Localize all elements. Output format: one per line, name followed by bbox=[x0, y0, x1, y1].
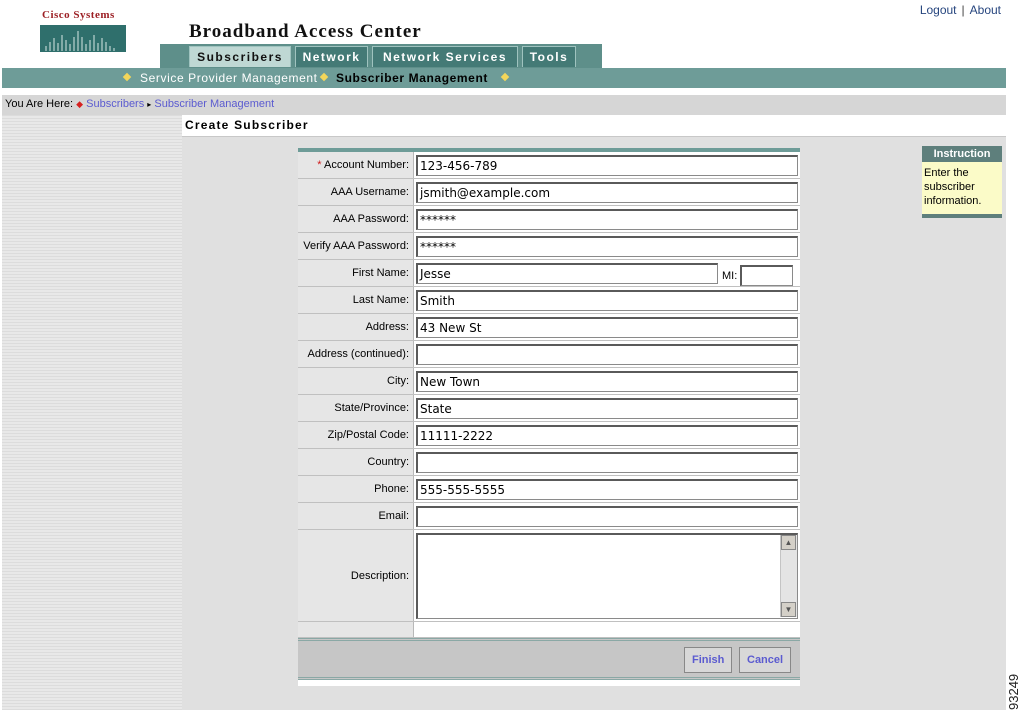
tab-network-services[interactable]: Network Services bbox=[372, 46, 518, 67]
phone-field[interactable]: 555-555-5555 bbox=[416, 479, 798, 500]
breadcrumb-arrow-icon: ▸ bbox=[147, 100, 152, 109]
logout-link[interactable]: Logout bbox=[920, 3, 957, 17]
row-address: Address: 43 New St bbox=[298, 314, 800, 341]
row-verify-aaa-password: Verify AAA Password: ****** bbox=[298, 233, 800, 260]
page-title: Create Subscriber bbox=[185, 118, 309, 132]
city-field[interactable]: New Town bbox=[416, 371, 798, 392]
verify-aaa-password-label: Verify AAA Password: bbox=[298, 233, 414, 259]
figure-number: 93249 bbox=[1006, 673, 1021, 710]
breadcrumb: You Are Here: ◆ Subscribers ▸ Subscriber… bbox=[5, 98, 274, 110]
top-links: Logout | About bbox=[920, 3, 1001, 17]
cancel-button[interactable]: Cancel bbox=[739, 647, 792, 673]
description-textarea[interactable] bbox=[416, 533, 798, 619]
row-email: Email: bbox=[298, 503, 800, 530]
cisco-logo: Cisco Systems bbox=[40, 9, 130, 53]
left-panel bbox=[2, 115, 182, 710]
address-continued-field[interactable] bbox=[416, 344, 798, 365]
row-aaa-username: AAA Username: jsmith@example.com bbox=[298, 179, 800, 206]
spacer-label bbox=[298, 622, 414, 637]
aaa-password-field[interactable]: ****** bbox=[416, 209, 798, 230]
address-continued-label: Address (continued): bbox=[298, 341, 414, 367]
state-province-label: State/Province: bbox=[298, 395, 414, 421]
email-label: Email: bbox=[298, 503, 414, 529]
row-phone: Phone: 555-555-5555 bbox=[298, 476, 800, 503]
zip-postal-code-field[interactable]: 11111-2222 bbox=[416, 425, 798, 446]
link-separator: | bbox=[961, 3, 965, 17]
state-province-field[interactable]: State bbox=[416, 398, 798, 419]
breadcrumb-marker-icon: ◆ bbox=[76, 99, 84, 109]
row-state-province: State/Province: State bbox=[298, 395, 800, 422]
address-label: Address: bbox=[298, 314, 414, 340]
account-number-field[interactable]: 123-456-789 bbox=[416, 155, 798, 176]
app-title: Broadband Access Center bbox=[189, 21, 422, 42]
row-city: City: New Town bbox=[298, 368, 800, 395]
row-last-name: Last Name: Smith bbox=[298, 287, 800, 314]
phone-label: Phone: bbox=[298, 476, 414, 502]
logo-bars-icon bbox=[40, 25, 126, 52]
city-label: City: bbox=[298, 368, 414, 394]
country-field[interactable] bbox=[416, 452, 798, 473]
first-name-field[interactable]: Jesse bbox=[416, 263, 718, 284]
required-marker: * bbox=[317, 159, 322, 171]
tab-tools[interactable]: Tools bbox=[522, 46, 576, 67]
aaa-password-label: AAA Password: bbox=[298, 206, 414, 232]
verify-aaa-password-field[interactable]: ****** bbox=[416, 236, 798, 257]
instruction-footer bbox=[922, 214, 1002, 218]
instruction-panel: Instruction Enter the subscriber informa… bbox=[922, 146, 1002, 218]
zip-postal-code-label: Zip/Postal Code: bbox=[298, 422, 414, 448]
row-aaa-password: AAA Password: ****** bbox=[298, 206, 800, 233]
instruction-text: Enter the subscriber information. bbox=[924, 167, 982, 207]
row-account-number: * Account Number: 123-456-789 bbox=[298, 152, 800, 179]
row-country: Country: bbox=[298, 449, 800, 476]
row-spacer bbox=[298, 622, 800, 638]
country-label: Country: bbox=[298, 449, 414, 475]
instruction-title: Instruction bbox=[922, 146, 1002, 162]
about-link[interactable]: About bbox=[970, 3, 1001, 17]
account-number-label: * Account Number: bbox=[298, 152, 414, 178]
description-label: Description: bbox=[298, 530, 414, 621]
tab-subscribers[interactable]: Subscribers bbox=[189, 46, 291, 67]
last-name-field[interactable]: Smith bbox=[416, 290, 798, 311]
address-field[interactable]: 43 New St bbox=[416, 317, 798, 338]
logo-text: Cisco Systems bbox=[42, 9, 115, 21]
subnav-service-provider-management[interactable]: Service Provider Management bbox=[140, 71, 318, 85]
middle-initial-label: MI: bbox=[722, 270, 738, 282]
breadcrumb-subscribers[interactable]: Subscribers bbox=[86, 98, 144, 110]
breadcrumb-subscriber-management[interactable]: Subscriber Management bbox=[154, 98, 274, 110]
email-field[interactable] bbox=[416, 506, 798, 527]
description-scrollbar[interactable]: ▲ ▼ bbox=[780, 535, 797, 617]
scroll-down-icon[interactable]: ▼ bbox=[781, 602, 796, 617]
aaa-username-label: AAA Username: bbox=[298, 179, 414, 205]
finish-button[interactable]: Finish bbox=[684, 647, 733, 673]
last-name-label: Last Name: bbox=[298, 287, 414, 313]
middle-initial-field[interactable] bbox=[740, 265, 793, 286]
tab-network[interactable]: Network bbox=[295, 46, 368, 67]
first-name-label: First Name: bbox=[298, 260, 414, 286]
row-zip-postal-code: Zip/Postal Code: 11111-2222 bbox=[298, 422, 800, 449]
scroll-up-icon[interactable]: ▲ bbox=[781, 535, 796, 550]
aaa-username-field[interactable]: jsmith@example.com bbox=[416, 182, 798, 203]
row-address-continued: Address (continued): bbox=[298, 341, 800, 368]
breadcrumb-prefix: You Are Here: bbox=[5, 98, 74, 110]
subnav-subscriber-management[interactable]: Subscriber Management bbox=[336, 71, 488, 85]
